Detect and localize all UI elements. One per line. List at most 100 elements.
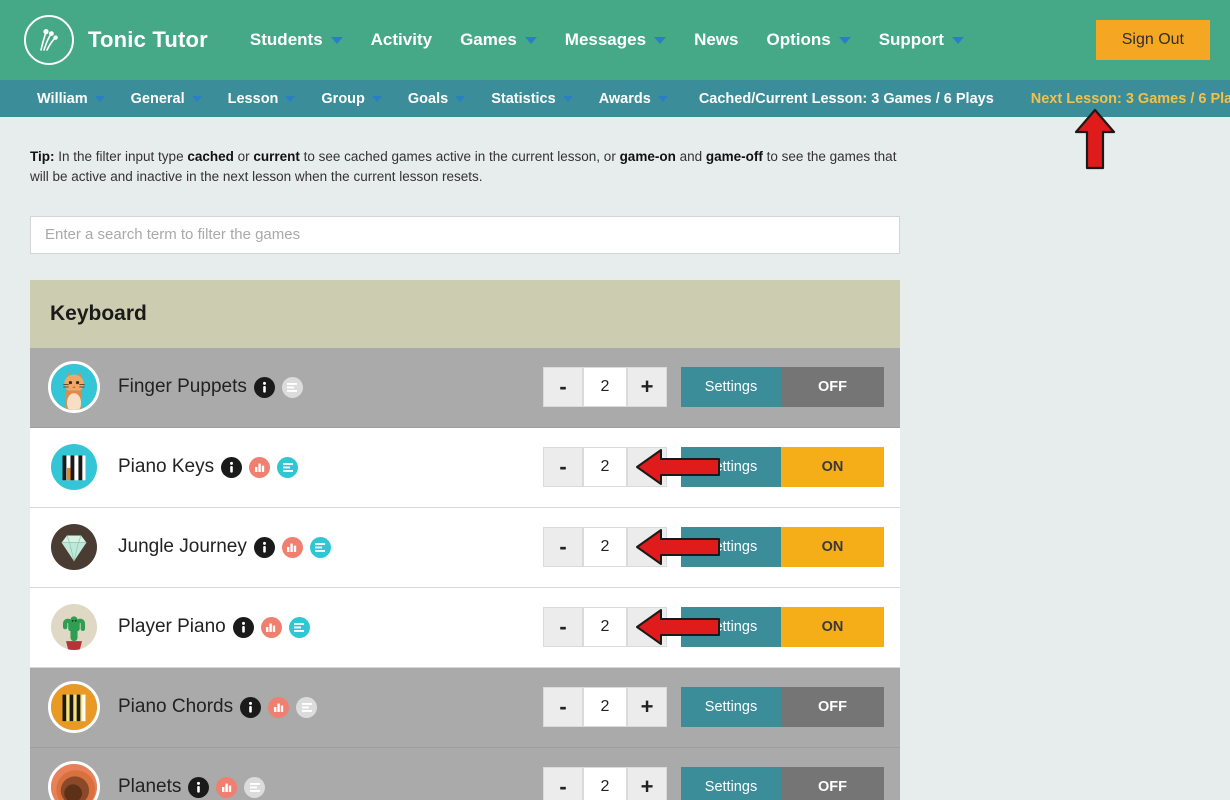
game-label-group: Player Piano: [118, 616, 310, 638]
row-controls: - 2 + Settings ON: [543, 527, 884, 567]
chevron-down-icon: [563, 96, 573, 102]
subnav-label: Group: [321, 91, 365, 107]
stats-icon[interactable]: [261, 617, 282, 638]
toggle-game-button[interactable]: ON: [781, 447, 884, 487]
decrement-plays-button[interactable]: -: [543, 607, 583, 647]
search-field-wrapper[interactable]: [30, 216, 900, 254]
decrement-plays-button[interactable]: -: [543, 367, 583, 407]
settings-button[interactable]: Settings: [681, 367, 781, 407]
plays-value[interactable]: 2: [583, 767, 627, 800]
game-label-group: Piano Chords: [118, 696, 317, 718]
increment-plays-button[interactable]: +: [627, 607, 667, 647]
row-controls: - 2 + Settings OFF: [543, 367, 884, 407]
chevron-down-icon: [331, 37, 343, 44]
subnav-item-goals[interactable]: Goals: [395, 80, 478, 117]
subnav-item-statistics[interactable]: Statistics: [478, 80, 585, 117]
main-menu: Students Activity Games Messages News Op…: [236, 22, 978, 58]
search-input[interactable]: [43, 225, 887, 244]
plays-value[interactable]: 2: [583, 447, 627, 487]
tip-part4: and: [676, 149, 706, 164]
cactus-avatar-icon: [48, 601, 100, 653]
subnav-item-next-lesson[interactable]: Next Lesson: 3 Games / 6 Plays: [1007, 80, 1230, 117]
game-name: Jungle Journey: [118, 536, 247, 558]
list-icon[interactable]: [282, 377, 303, 398]
toggle-game-button[interactable]: ON: [781, 607, 884, 647]
decrement-plays-button[interactable]: -: [543, 767, 583, 800]
increment-plays-button[interactable]: +: [627, 367, 667, 407]
table-row: Jungle Journey - 2 + Settings: [30, 508, 900, 588]
increment-plays-button[interactable]: +: [627, 687, 667, 727]
sign-out-button[interactable]: Sign Out: [1096, 20, 1210, 60]
menu-item-options[interactable]: Options: [752, 22, 864, 58]
stats-icon[interactable]: [268, 697, 289, 718]
settings-button[interactable]: Settings: [681, 687, 781, 727]
list-icon[interactable]: [244, 777, 265, 798]
tip-keyword-game-on: game-on: [620, 149, 676, 164]
increment-plays-button[interactable]: +: [627, 527, 667, 567]
subnav-item-cached-current-lesson[interactable]: Cached/Current Lesson: 3 Games / 6 Plays: [681, 80, 1007, 117]
list-icon[interactable]: [310, 537, 331, 558]
tip-prefix: Tip:: [30, 149, 55, 164]
info-icon[interactable]: [188, 777, 209, 798]
subnav-label: Goals: [408, 91, 448, 107]
menu-item-activity[interactable]: Activity: [357, 22, 446, 58]
list-icon[interactable]: [296, 697, 317, 718]
toggle-game-button[interactable]: ON: [781, 527, 884, 567]
tip-keyword-game-off: game-off: [706, 149, 763, 164]
list-icon[interactable]: [277, 457, 298, 478]
game-label-group: Finger Puppets: [118, 376, 303, 398]
plays-value[interactable]: 2: [583, 527, 627, 567]
list-icon[interactable]: [289, 617, 310, 638]
plays-value[interactable]: 2: [583, 687, 627, 727]
top-navigation-bar: Tonic Tutor Students Activity Games Mess…: [0, 0, 1230, 80]
info-icon[interactable]: [221, 457, 242, 478]
toggle-game-button[interactable]: OFF: [781, 767, 884, 800]
subnav-item-william[interactable]: William: [24, 80, 118, 117]
subnav-item-group[interactable]: Group: [308, 80, 395, 117]
increment-plays-button[interactable]: +: [627, 447, 667, 487]
cat-avatar-icon: [48, 361, 100, 413]
row-controls: - 2 + Settings OFF: [543, 767, 884, 800]
plays-value[interactable]: 2: [583, 607, 627, 647]
info-icon[interactable]: [254, 537, 275, 558]
table-row: Planets - 2 + Settings OFF: [30, 748, 900, 800]
game-name: Piano Keys: [118, 456, 214, 478]
increment-plays-button[interactable]: +: [627, 767, 667, 800]
game-name: Planets: [118, 776, 181, 798]
settings-button[interactable]: Settings: [681, 527, 781, 567]
menu-label: Support: [879, 30, 944, 50]
decrement-plays-button[interactable]: -: [543, 527, 583, 567]
subnav-label: Next Lesson: 3 Games / 6 Plays: [1031, 91, 1230, 107]
toggle-game-button[interactable]: OFF: [781, 687, 884, 727]
info-icon[interactable]: [254, 377, 275, 398]
menu-item-games[interactable]: Games: [446, 22, 551, 58]
settings-button[interactable]: Settings: [681, 767, 781, 800]
brand-logo-group[interactable]: Tonic Tutor: [24, 15, 208, 65]
stats-icon[interactable]: [216, 777, 237, 798]
subnav-item-general[interactable]: General: [118, 80, 215, 117]
decrement-plays-button[interactable]: -: [543, 687, 583, 727]
toggle-game-button[interactable]: OFF: [781, 367, 884, 407]
subnav-item-lesson[interactable]: Lesson: [215, 80, 309, 117]
settings-button[interactable]: Settings: [681, 447, 781, 487]
plays-value[interactable]: 2: [583, 367, 627, 407]
menu-label: Activity: [371, 30, 432, 50]
plays-stepper: - 2 +: [543, 687, 667, 727]
stats-icon[interactable]: [282, 537, 303, 558]
subnav-item-awards[interactable]: Awards: [586, 80, 681, 117]
menu-label: Students: [250, 30, 323, 50]
menu-item-news[interactable]: News: [680, 22, 752, 58]
info-icon[interactable]: [240, 697, 261, 718]
subnav-label: Awards: [599, 91, 651, 107]
menu-item-support[interactable]: Support: [865, 22, 978, 58]
menu-item-messages[interactable]: Messages: [551, 22, 680, 58]
tonic-tutor-logo-icon: [24, 15, 74, 65]
info-icon[interactable]: [233, 617, 254, 638]
stats-icon[interactable]: [249, 457, 270, 478]
game-name: Player Piano: [118, 616, 226, 638]
menu-item-students[interactable]: Students: [236, 22, 357, 58]
decrement-plays-button[interactable]: -: [543, 447, 583, 487]
game-label-group: Piano Keys: [118, 456, 298, 478]
settings-button[interactable]: Settings: [681, 607, 781, 647]
chevron-down-icon: [192, 96, 202, 102]
